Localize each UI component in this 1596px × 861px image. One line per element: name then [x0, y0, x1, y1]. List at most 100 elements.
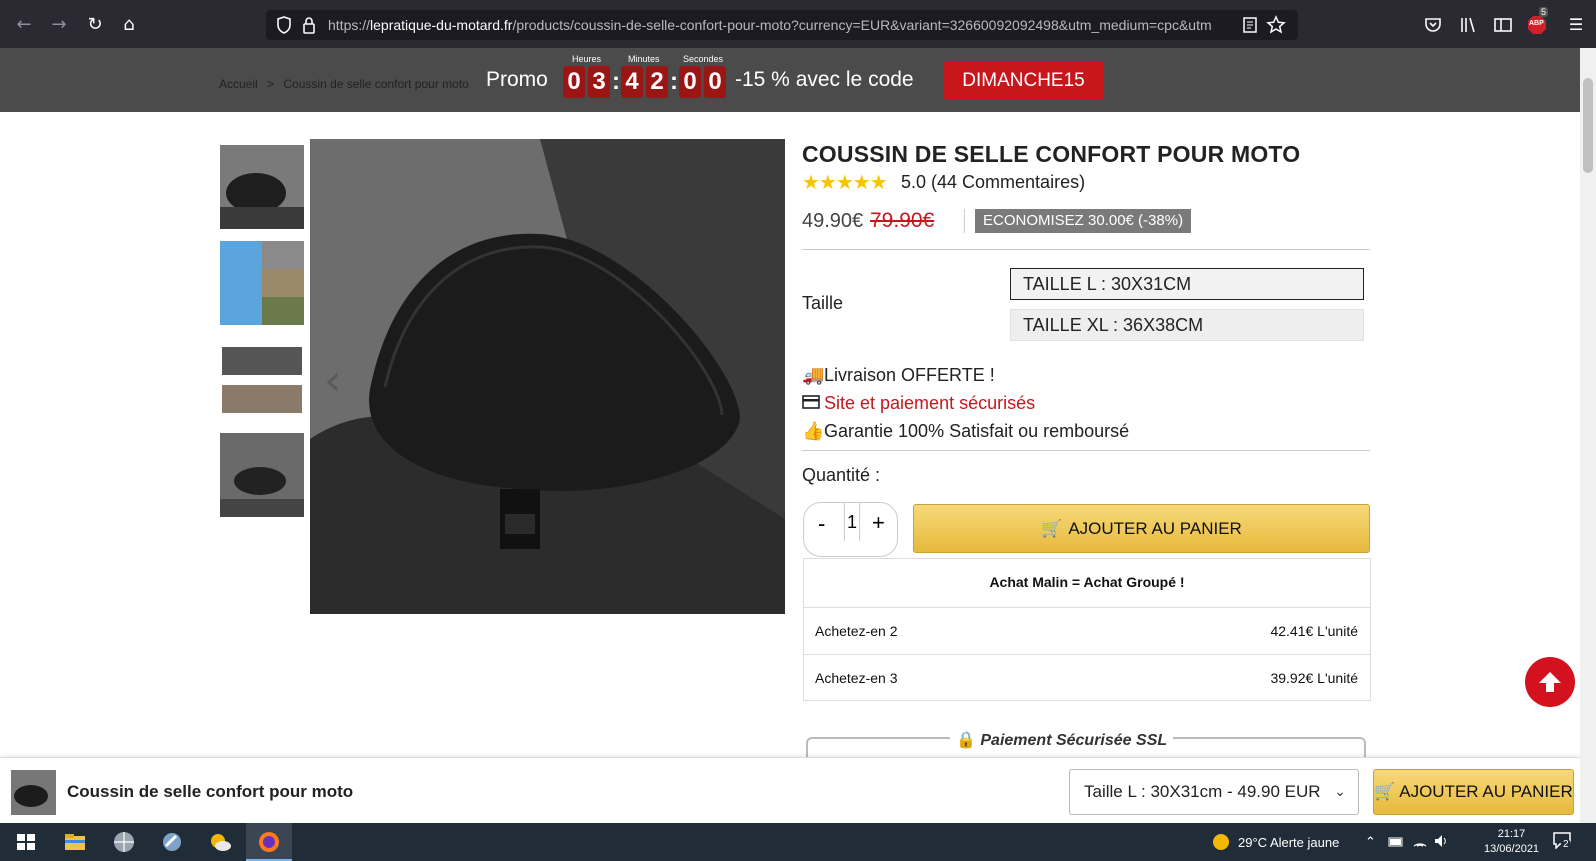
firefox-taskbar-button[interactable] — [246, 823, 292, 861]
reader-view-icon[interactable] — [1242, 16, 1258, 34]
tray-chevron-up-icon[interactable]: ⌃ — [1365, 835, 1376, 850]
quantity-plus-button[interactable]: + — [872, 510, 885, 536]
divider — [802, 249, 1370, 250]
file-explorer-icon[interactable] — [63, 830, 87, 854]
breadcrumb: Accueil > Coussin de selle confort pour … — [219, 77, 475, 91]
bundle-offer-table: Achat Malin = Achat Groupé ! Achetez-en … — [803, 558, 1371, 701]
weather-app-icon[interactable] — [208, 830, 232, 854]
back-icon[interactable]: ← — [13, 14, 35, 36]
feature-text: Livraison OFFERTE ! — [824, 365, 995, 385]
url-text[interactable]: https://lepratique-du-motard.fr/products… — [328, 17, 1228, 33]
product-main-image[interactable] — [310, 139, 785, 614]
home-icon[interactable]: ⌂ — [118, 14, 140, 36]
quantity-minus-button[interactable]: - — [818, 511, 825, 537]
promo-banner: Accueil > Coussin de selle confort pour … — [0, 48, 1580, 112]
page-scrollbar[interactable] — [1580, 48, 1596, 823]
app-globe-icon[interactable] — [112, 830, 136, 854]
variant-select[interactable]: Taille L : 30X31cm - 49.90 EUR ⌄ — [1069, 769, 1359, 815]
battery-icon[interactable] — [1388, 837, 1404, 847]
rating-stars-icon: ★★★★★ — [802, 170, 888, 194]
countdown-hours-label: Heures — [572, 54, 602, 64]
system-clock[interactable]: 21:17 13/06/2021 — [1484, 827, 1539, 857]
library-icon[interactable] — [1458, 15, 1478, 35]
sticky-add-to-cart-button[interactable]: 🛒 AJOUTER AU PANIER — [1373, 769, 1574, 815]
scrollbar-thumb[interactable] — [1583, 78, 1593, 173]
thumbnail-1[interactable] — [220, 145, 304, 229]
thumbnail-3[interactable] — [220, 337, 304, 421]
shield-icon[interactable] — [276, 16, 292, 34]
countdown-digit: 0 — [679, 66, 701, 98]
sticky-cart-bar: Coussin de selle confort pour moto Taill… — [0, 757, 1580, 823]
thumbnail-4[interactable] — [220, 433, 304, 517]
volume-icon[interactable] — [1434, 834, 1450, 848]
savings-badge: ECONOMISEZ 30.00€ (-38%) — [975, 209, 1192, 233]
sidebar-icon[interactable] — [1493, 15, 1513, 35]
feature-text[interactable]: Site et paiement sécurisés — [824, 393, 1035, 413]
weather-sun-icon[interactable] — [1212, 833, 1230, 851]
countdown-seconds-label: Secondes — [683, 54, 724, 64]
cart-icon: 🛒 — [1041, 519, 1063, 539]
size-option-xl[interactable]: TAILLE XL : 36X38CM — [1010, 309, 1364, 341]
windows-start-icon[interactable] — [14, 830, 38, 854]
promo-label: Promo — [486, 68, 548, 91]
notifications-icon[interactable]: 2 — [1552, 831, 1576, 853]
carousel-next-icon[interactable]: › — [752, 355, 770, 406]
thumbs-up-icon: 👍 — [802, 421, 825, 442]
menu-icon[interactable]: ☰ — [1565, 14, 1587, 36]
truck-icon: 🚚 — [802, 365, 825, 386]
breadcrumb-current: Coussin de selle confort pour moto — [283, 77, 469, 91]
address-bar[interactable]: https://lepratique-du-motard.fr/products… — [266, 10, 1298, 40]
sticky-add-to-cart-label: AJOUTER AU PANIER — [1399, 782, 1573, 801]
bundle-row[interactable]: Achetez-en 2 42.41€ L'unité — [804, 607, 1370, 654]
pocket-icon[interactable] — [1423, 15, 1443, 35]
weather-status[interactable]: 29°C Alerte jaune — [1238, 835, 1339, 850]
add-to-cart-button[interactable]: 🛒 AJOUTER AU PANIER — [913, 504, 1370, 553]
quantity-input[interactable]: 1 — [844, 503, 860, 541]
rating-text[interactable]: 5.0 (44 Commentaires) — [901, 172, 1085, 193]
quantity-label: Quantité : — [802, 465, 881, 485]
ssl-title: 🔒 Paiement Sécurisée SSL — [950, 730, 1174, 750]
clock-time: 21:17 — [1497, 828, 1526, 840]
forward-icon[interactable]: → — [48, 14, 70, 36]
countdown-digit: 4 — [621, 66, 643, 98]
bookmark-star-icon[interactable] — [1266, 15, 1286, 35]
adblock-icon[interactable]: ABP 5 — [1526, 7, 1549, 36]
lock-icon[interactable] — [302, 16, 316, 34]
adblock-badge: 5 — [1539, 7, 1549, 17]
browser-toolbar: ← → ↻ ⌂ https://lepratique-du-motard.fr/… — [0, 0, 1596, 48]
feature-shipping: 🚚Livraison OFFERTE ! — [802, 365, 995, 386]
countdown-digit: 0 — [563, 66, 585, 98]
credit-card-icon — [802, 393, 820, 414]
price-divider — [964, 209, 965, 233]
countdown-digit: 0 — [704, 66, 726, 98]
bundle-title: Achat Malin = Achat Groupé ! — [989, 574, 1185, 590]
countdown-minutes-label: Minutes — [628, 54, 660, 64]
bundle-price: 39.92€ L'unité — [1270, 670, 1358, 686]
countdown-colon: : — [612, 68, 620, 95]
scroll-to-top-button[interactable] — [1525, 657, 1575, 707]
size-label: Taille — [802, 293, 844, 313]
current-price: 49.90€ — [802, 210, 864, 232]
add-to-cart-label: AJOUTER AU PANIER — [1068, 519, 1242, 538]
feature-secure-payment: Site et paiement sécurisés — [802, 393, 1035, 414]
bundle-row[interactable]: Achetez-en 3 39.92€ L'unité — [804, 654, 1370, 701]
app-tool-icon[interactable] — [160, 830, 184, 854]
firefox-icon — [259, 832, 279, 852]
breadcrumb-home[interactable]: Accueil — [219, 77, 258, 91]
reload-icon[interactable]: ↻ — [84, 14, 106, 36]
chevron-down-icon: ⌄ — [1334, 784, 1346, 800]
product-title: COUSSIN DE SELLE CONFORT POUR MOTO — [802, 141, 1301, 167]
size-option-l[interactable]: TAILLE L : 30X31CM — [1010, 268, 1364, 300]
bundle-quantity: Achetez-en 2 — [815, 623, 898, 639]
ssl-title-text: Paiement Sécurisée SSL — [980, 732, 1168, 749]
bundle-price: 42.41€ L'unité — [1270, 623, 1358, 639]
variant-select-value: Taille L : 30X31cm - 49.90 EUR — [1084, 782, 1321, 801]
thumbnail-2[interactable] — [220, 241, 304, 325]
countdown-digit: 2 — [646, 66, 668, 98]
divider — [802, 450, 1370, 451]
promo-code-button[interactable]: DIMANCHE15 — [944, 62, 1103, 99]
carousel-prev-icon[interactable]: ‹ — [324, 355, 342, 406]
wifi-icon[interactable] — [1412, 834, 1428, 848]
arrow-up-icon — [1539, 672, 1561, 692]
breadcrumb-separator: > — [267, 77, 275, 91]
